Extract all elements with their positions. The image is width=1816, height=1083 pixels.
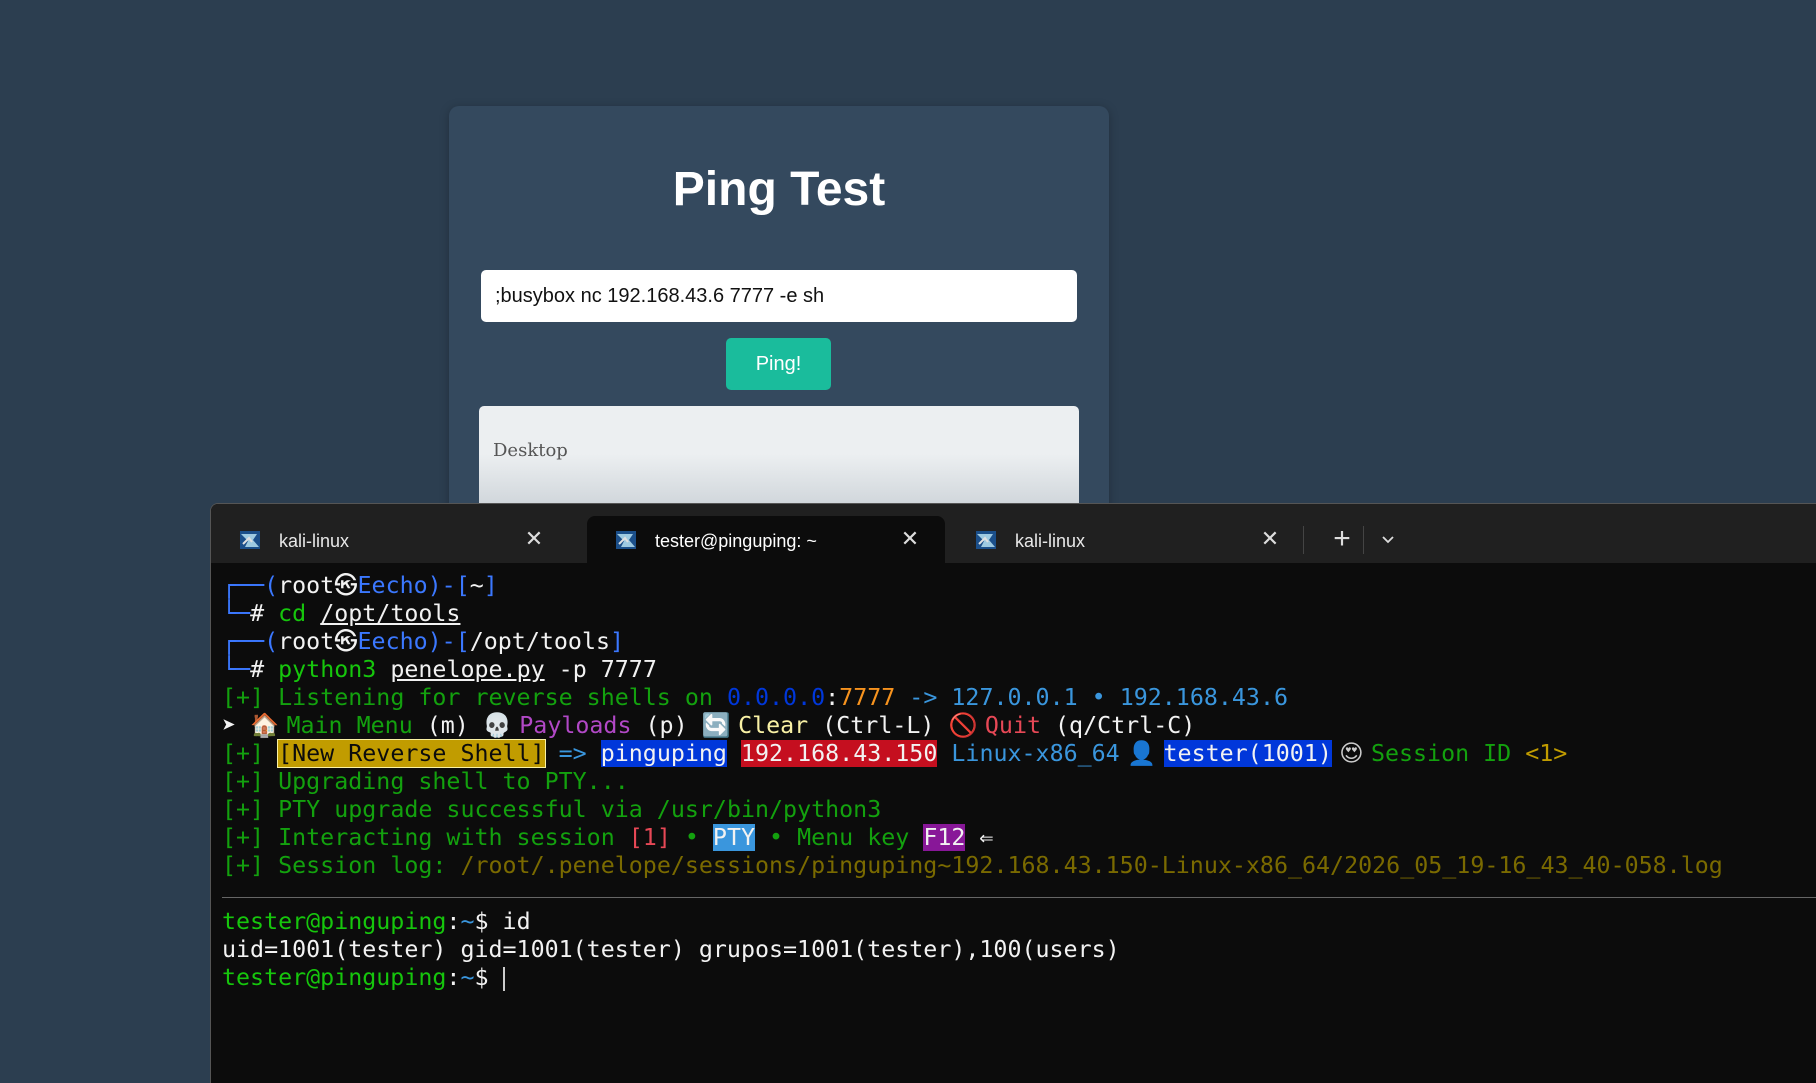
terminal-profile-icon: [616, 531, 636, 549]
terminal-line: [+] Listening for reverse shells on 0.0.…: [222, 684, 1289, 711]
terminal-line: [+] Upgrading shell to PTY...: [222, 768, 629, 795]
terminal-line: tester@pinguping:~$: [222, 964, 505, 991]
terminal-line: tester@pinguping:~$ id: [222, 908, 531, 935]
terminal-profile-icon: [240, 531, 260, 549]
close-icon[interactable]: ✕: [897, 526, 923, 552]
tab-tester-pinguping[interactable]: tester@pinguping: ~ ✕: [587, 516, 945, 563]
terminal-line: [+] Interacting with session [1] • PTY •…: [222, 824, 994, 851]
tab-separator: [1363, 526, 1364, 554]
terminal-line: ┌──(root㉿Eecho)-[~]: [222, 572, 498, 599]
terminal-line: └─# cd /opt/tools: [222, 600, 461, 627]
tab-dropdown-button[interactable]: [1371, 522, 1405, 556]
terminal-screen[interactable]: ┌──(root㉿Eecho)-[~] └─# cd /opt/tools ┌─…: [222, 572, 1816, 1083]
session-divider: [222, 897, 1816, 898]
terminal-line: ┌──(root㉿Eecho)-[/opt/tools]: [222, 628, 625, 655]
terminal-line: [+] [New Reverse Shell] => pinguping 192…: [222, 739, 1568, 768]
tab-kali-linux-1[interactable]: kali-linux ✕: [211, 516, 569, 563]
tab-kali-linux-2[interactable]: kali-linux ✕: [947, 516, 1305, 563]
output-text: Desktop: [493, 440, 568, 461]
tab-label: tester@pinguping: ~: [655, 531, 817, 551]
new-tab-button[interactable]: +: [1325, 522, 1359, 556]
ping-test-card: Ping Test Ping! Desktop: [449, 106, 1109, 526]
terminal-line: [+] PTY upgrade successful via /usr/bin/…: [222, 796, 882, 823]
terminal-window: kali-linux ✕ tester@pinguping: ~ ✕ kali-…: [210, 503, 1816, 1083]
close-icon[interactable]: ✕: [1257, 526, 1283, 552]
terminal-profile-icon: [976, 531, 996, 549]
tab-bar: kali-linux ✕ tester@pinguping: ~ ✕ kali-…: [211, 504, 1816, 563]
tab-label: kali-linux: [279, 531, 350, 551]
close-icon[interactable]: ✕: [521, 526, 547, 552]
page-title: Ping Test: [672, 163, 886, 216]
terminal-line: ➤ 🏠 Main Menu (m) 💀 Payloads (p) 🔄 Clear…: [222, 712, 1196, 739]
tab-label: kali-linux: [1015, 531, 1086, 551]
terminal-line: └─# python3 penelope.py -p 7777: [222, 656, 657, 683]
host-input[interactable]: [481, 270, 1077, 322]
terminal-line: uid=1001(tester) gid=1001(tester) grupos…: [222, 936, 1120, 963]
chevron-down-icon: [1382, 536, 1394, 544]
tab-separator: [1303, 526, 1304, 554]
ping-button[interactable]: Ping!: [726, 338, 831, 390]
text-cursor: [502, 966, 505, 991]
terminal-line: [+] Session log: /root/.penelope/session…: [222, 852, 1723, 879]
